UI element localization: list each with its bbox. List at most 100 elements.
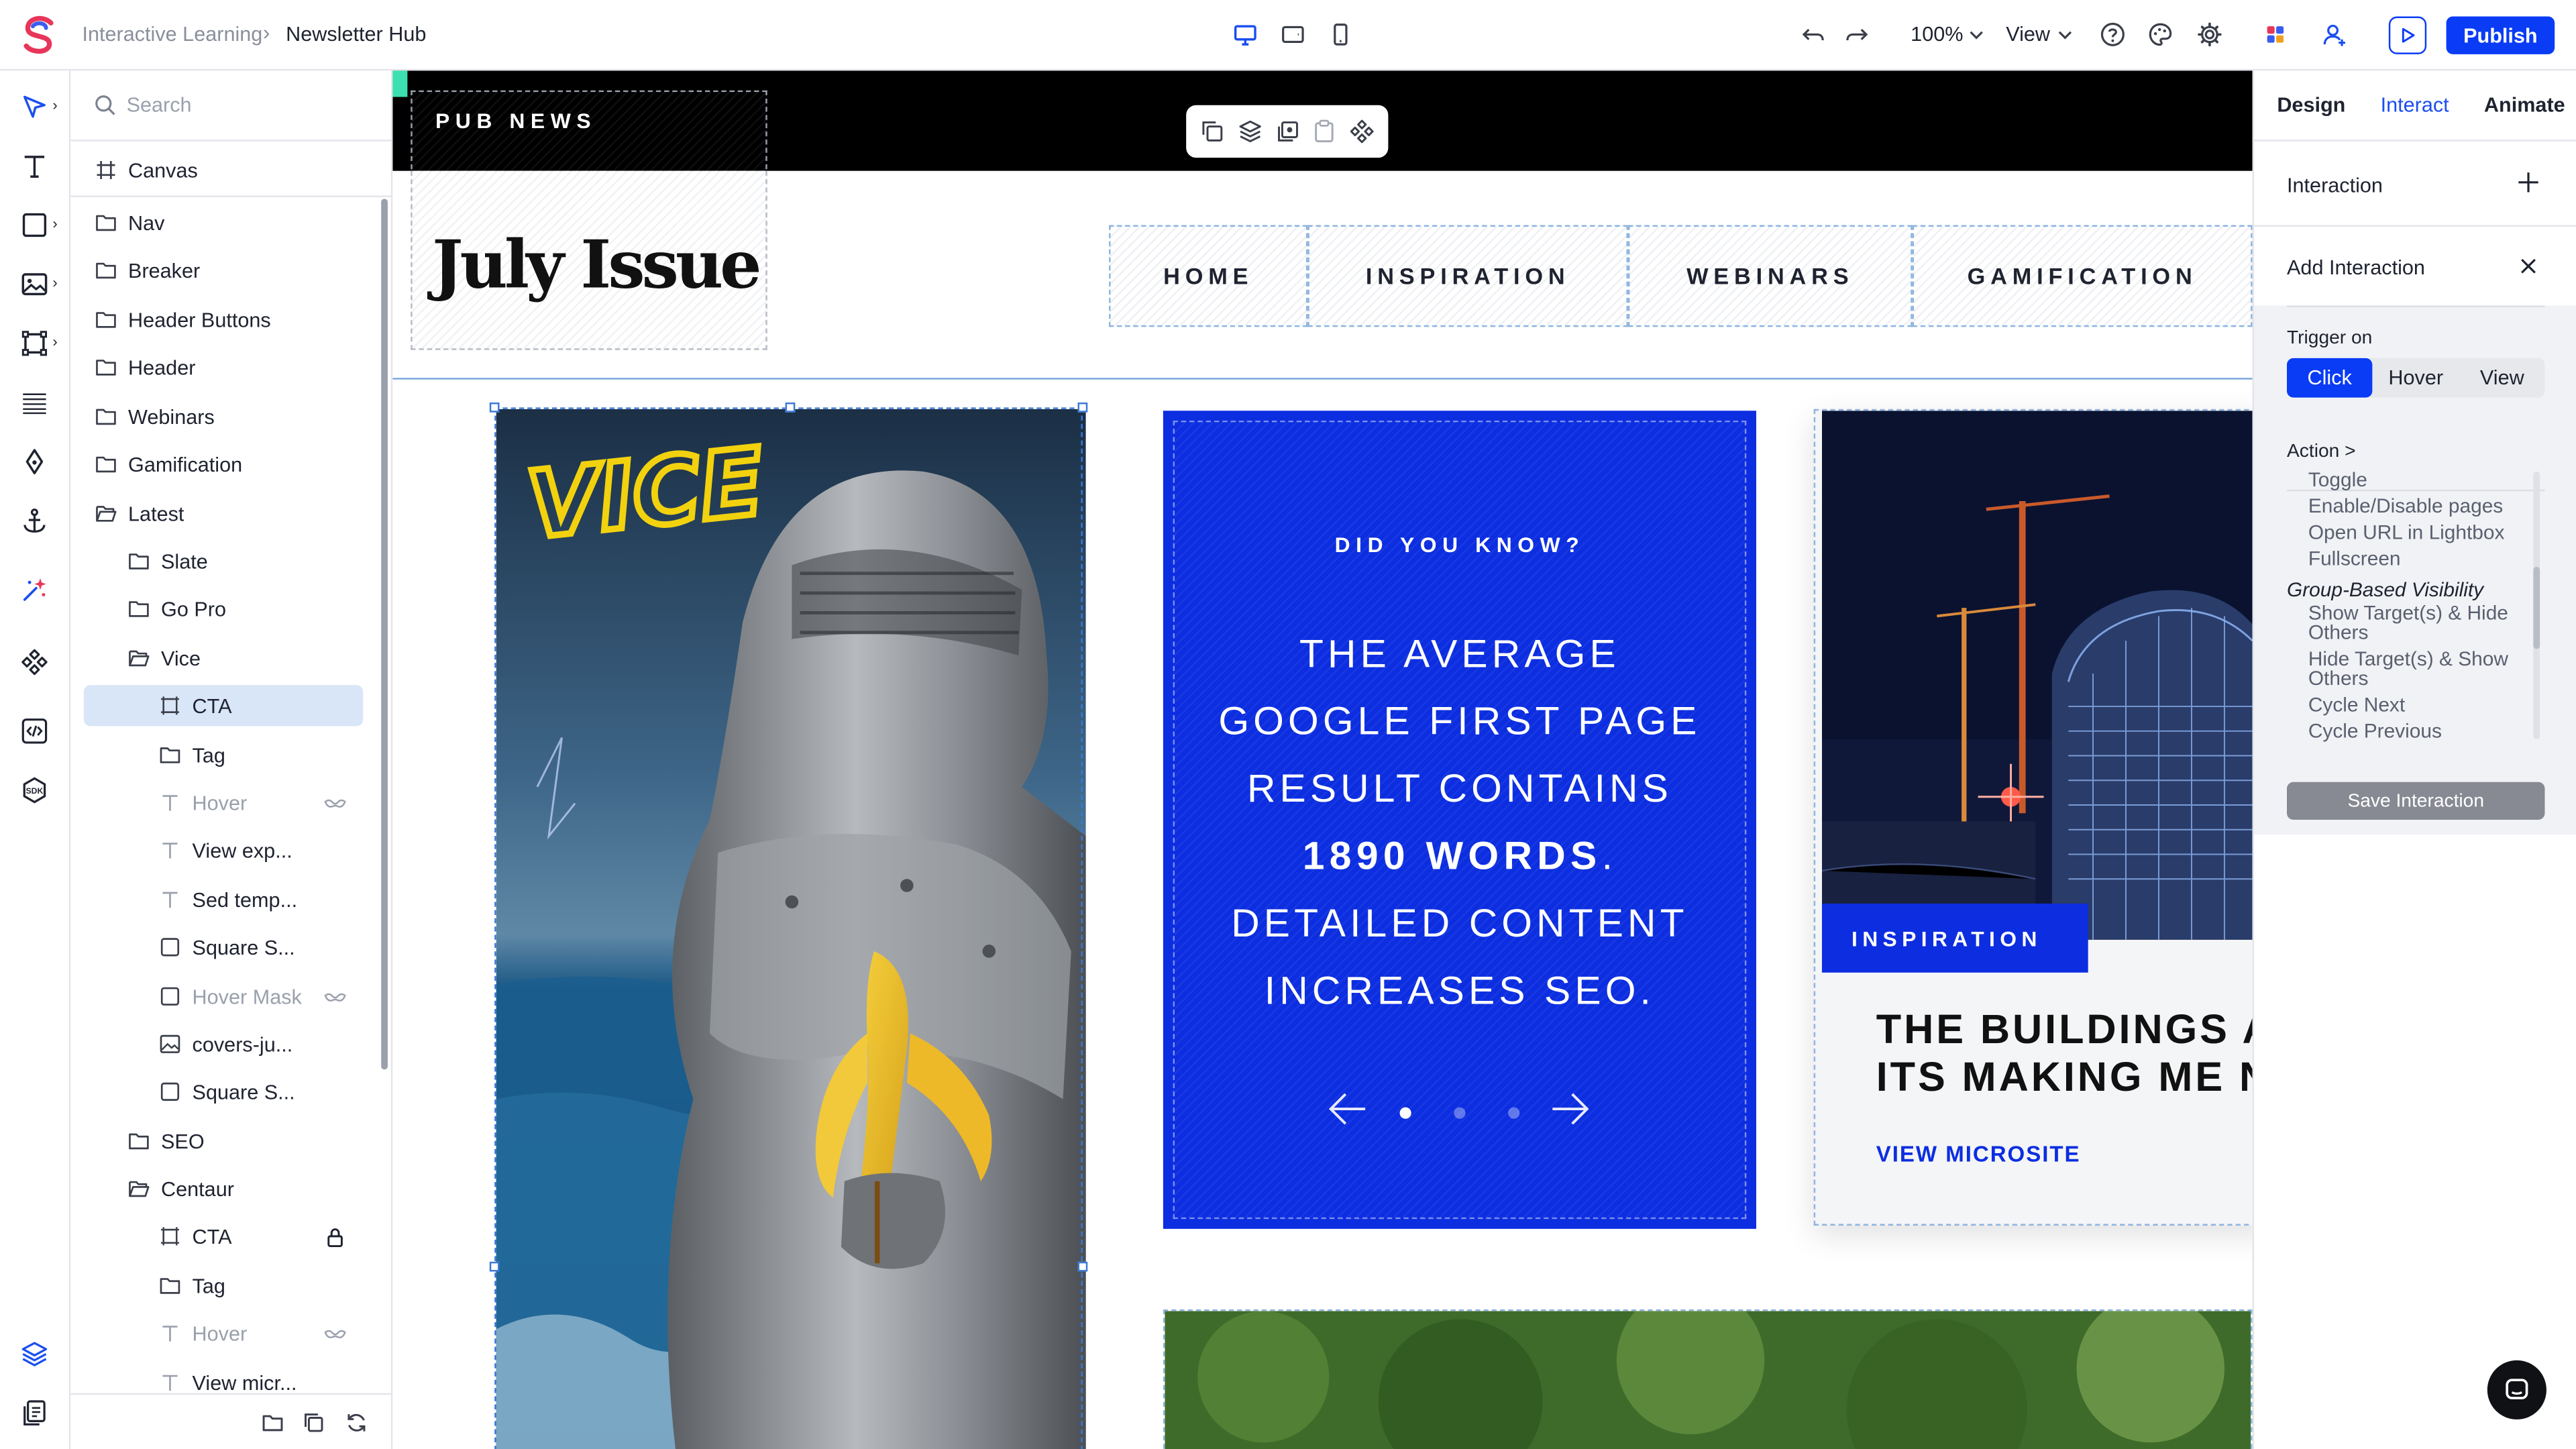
layer-item[interactable]: Slate [127, 541, 360, 582]
layer-item[interactable]: Centaur [127, 1168, 360, 1209]
shape-tool-chevron-icon[interactable]: › [52, 215, 57, 231]
action-option[interactable]: Cycle Previous [2308, 721, 2442, 741]
palette-icon[interactable] [2144, 18, 2177, 51]
redo-icon[interactable] [1840, 18, 1873, 51]
action-option[interactable]: Toggle [2308, 470, 2367, 490]
frame-tool-chevron-icon[interactable]: › [52, 333, 57, 350]
action-option[interactable]: Fullscreen [2308, 549, 2401, 569]
trigger-click[interactable]: Click [2287, 358, 2373, 398]
interactions-sparkle-icon[interactable] [18, 574, 51, 606]
mobile-view-icon[interactable] [1324, 18, 1357, 51]
layer-item[interactable]: Tag [158, 1265, 360, 1306]
fact-text[interactable]: THE AVERAGE GOOGLE FIRST PAGE RESULT CON… [1196, 621, 1723, 1025]
resize-handle-e[interactable] [1077, 1261, 1088, 1272]
mask-icon[interactable] [323, 1322, 346, 1345]
trigger-hover[interactable]: Hover [2372, 358, 2459, 398]
anchor-icon[interactable] [18, 504, 51, 537]
layer-item[interactable]: Gamification [94, 443, 360, 484]
action-option[interactable]: Hide Target(s) & Show [2308, 649, 2508, 669]
desktop-view-icon[interactable] [1229, 18, 1262, 51]
apps-grid-icon[interactable] [2259, 18, 2292, 51]
mask-icon[interactable] [323, 985, 346, 1008]
inspiration-tag[interactable]: INSPIRATION [1821, 903, 2088, 973]
pages-icon[interactable] [18, 1397, 51, 1430]
nav-item[interactable]: WEBINARS [1627, 225, 1913, 327]
layer-item[interactable]: Breaker [94, 250, 360, 290]
canvas-layer[interactable]: Canvas [94, 150, 198, 191]
layer-stack-icon[interactable] [1237, 118, 1263, 144]
layer-item[interactable]: Nav [94, 202, 360, 243]
view-chevron-down-icon[interactable] [2049, 18, 2082, 51]
component-icon[interactable] [1349, 118, 1375, 144]
design-canvas[interactable]: PUB NEWS July Issue HOME INSPIRATION WEBIN… [392, 70, 2253, 1449]
lock-icon[interactable] [323, 1226, 346, 1248]
brand-text[interactable]: PUB NEWS [435, 109, 596, 133]
layers-icon[interactable] [18, 1337, 51, 1370]
resize-handle-w[interactable] [489, 1261, 500, 1272]
layer-item[interactable]: Sed temp... [158, 879, 360, 920]
pattern-tool-icon[interactable] [18, 386, 51, 419]
action-option[interactable]: Enable/Disable pages [2308, 496, 2503, 516]
pen-tool-icon[interactable] [18, 445, 51, 478]
did-you-know-card[interactable]: DID YOU KNOW? THE AVERAGE GOOGLE FIRST P… [1163, 411, 1756, 1229]
select-cursor-icon[interactable] [18, 91, 51, 123]
chat-support-button[interactable] [2487, 1360, 2546, 1419]
city-photo[interactable] [1821, 411, 2253, 940]
tablet-view-icon[interactable] [1277, 18, 1309, 51]
refresh-icon[interactable] [345, 1411, 368, 1434]
layer-item[interactable]: Header Buttons [94, 299, 360, 340]
new-folder-icon[interactable] [261, 1411, 284, 1434]
mask-icon[interactable] [323, 792, 346, 814]
layers-search-input[interactable] [126, 90, 373, 120]
zoom-level[interactable]: 100% [1911, 23, 1963, 46]
layer-item[interactable]: covers-ju... [158, 1024, 360, 1065]
app-logo-icon[interactable] [18, 15, 61, 54]
zoom-chevron-down-icon[interactable] [1960, 18, 1993, 51]
issue-title[interactable]: July Issue [432, 227, 761, 304]
inspiration-headline[interactable]: THE BUILDINGS A ITS MAKING ME N [1876, 1007, 2253, 1102]
image-tool-icon[interactable] [18, 268, 51, 301]
layer-item[interactable]: Tag [158, 735, 360, 775]
text-tool-icon[interactable] [18, 150, 51, 182]
paste-style-icon[interactable] [1275, 118, 1301, 144]
carousel-next-arrow-icon[interactable] [1549, 1087, 1592, 1130]
help-icon[interactable] [2096, 18, 2129, 51]
resize-handle-ne[interactable] [1077, 402, 1088, 413]
card-kicker[interactable]: DID YOU KNOW? [1163, 532, 1756, 557]
trigger-view[interactable]: View [2459, 358, 2544, 398]
save-interaction-button[interactable]: Save Interaction [2287, 782, 2545, 820]
preview-play-button[interactable] [2388, 16, 2427, 54]
settings-gear-icon[interactable] [2193, 18, 2226, 51]
copy-icon[interactable] [1199, 118, 1226, 144]
carousel-dot[interactable] [1454, 1107, 1466, 1119]
view-menu[interactable]: View [2006, 23, 2050, 46]
user-add-icon[interactable] [2318, 18, 2351, 51]
layer-item[interactable]: Square S... [158, 926, 360, 967]
foliage-image[interactable] [1163, 1309, 2253, 1449]
code-embed-icon[interactable] [18, 714, 51, 747]
action-label[interactable]: Action > [2287, 442, 2356, 462]
image-tool-chevron-icon[interactable]: › [52, 274, 57, 290]
paste-icon[interactable] [1311, 118, 1337, 144]
layers-scrollbar[interactable] [381, 199, 388, 1070]
layer-item[interactable]: Go Pro [127, 588, 360, 629]
frame-tool-icon[interactable] [18, 327, 51, 360]
action-option[interactable]: Others [2308, 668, 2369, 688]
view-microsite-link[interactable]: VIEW MICROSITE [1876, 1142, 2081, 1167]
resize-handle-nw[interactable] [489, 402, 500, 413]
shape-tool-icon[interactable] [18, 209, 51, 241]
carousel-dot[interactable] [1399, 1107, 1411, 1119]
layer-item[interactable]: Latest [94, 493, 360, 534]
layer-item[interactable]: Hover Mask [158, 976, 360, 1017]
carousel-dot[interactable] [1508, 1107, 1520, 1119]
resize-handle-n[interactable] [785, 402, 796, 413]
layer-item[interactable]: Square S... [158, 1071, 360, 1112]
layer-item[interactable]: View exp... [158, 830, 360, 871]
layer-item[interactable]: SEO [127, 1120, 360, 1161]
layer-item[interactable]: Webinars [94, 396, 360, 437]
breadcrumb-parent[interactable]: Interactive Learning [82, 23, 262, 46]
close-icon[interactable] [2518, 256, 2538, 276]
sdk-icon[interactable]: SDK [18, 773, 51, 806]
action-option[interactable]: Cycle Next [2308, 695, 2405, 715]
nav-item[interactable]: GAMIFICATION [1912, 225, 2253, 327]
